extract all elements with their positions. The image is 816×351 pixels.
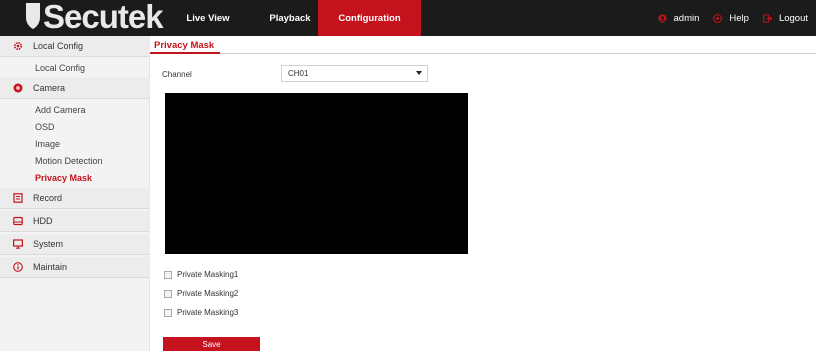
user-area: admin Help Logout: [644, 0, 808, 36]
hdd-icon: [13, 216, 23, 226]
channel-label: Channel: [162, 70, 192, 79]
sidebar-subitem-motion-detection[interactable]: Motion Detection: [0, 152, 150, 169]
mask-label-2: Private Masking2: [177, 289, 239, 298]
sidebar-item-label: Camera: [33, 83, 66, 93]
logo: Secutek: [25, 0, 164, 35]
monitor-icon: [13, 239, 23, 249]
sidebar-subitem-privacy-mask[interactable]: Privacy Mask: [0, 169, 150, 186]
save-button[interactable]: Save: [163, 337, 260, 351]
logout-icon: [763, 13, 772, 23]
mask-option-1[interactable]: Private Masking1: [164, 270, 238, 279]
mask-label-3: Private Masking3: [177, 308, 239, 317]
nav-live-view[interactable]: Live View: [154, 0, 262, 36]
channel-value: CH01: [288, 69, 309, 78]
info-icon: [13, 262, 23, 272]
channel-select[interactable]: CH01: [281, 65, 428, 82]
sidebar-subitem-local-config[interactable]: Local Config: [0, 59, 150, 76]
mask-checkbox-3[interactable]: [164, 308, 172, 317]
camera-icon: [13, 83, 23, 93]
shield-logo-icon: [26, 3, 40, 29]
chevron-down-icon: [416, 71, 422, 75]
record-icon: [13, 193, 23, 203]
video-preview[interactable]: [165, 93, 468, 254]
sidebar-item-camera[interactable]: Camera: [0, 78, 150, 99]
top-bar: Secutek Live View Playback Configuration…: [0, 0, 816, 36]
sidebar-subitem-image[interactable]: Image: [0, 135, 150, 152]
help-icon: [713, 13, 723, 23]
sidebar-item-system[interactable]: System: [0, 234, 150, 255]
tab-divider: [150, 53, 816, 54]
sidebar-item-label: Record: [33, 193, 63, 203]
username: admin: [673, 12, 700, 24]
mask-checkbox-2[interactable]: [164, 289, 172, 298]
mask-option-2[interactable]: Private Masking2: [164, 289, 238, 298]
sidebar-item-label: Local Config: [33, 41, 84, 51]
tab-active-indicator: [150, 52, 220, 54]
logout-label: Logout: [778, 12, 808, 24]
sidebar: Local Config Local Config Camera Add Cam…: [0, 36, 150, 351]
help-link[interactable]: Help: [713, 13, 749, 24]
mask-option-3[interactable]: Private Masking3: [164, 308, 238, 317]
mask-label-1: Private Masking1: [177, 270, 239, 279]
mask-checkbox-1[interactable]: [164, 270, 172, 279]
logout-link[interactable]: Logout: [763, 13, 808, 24]
nav-playback[interactable]: Playback: [262, 0, 318, 36]
help-label: Help: [729, 12, 749, 24]
sidebar-item-label: HDD: [33, 216, 53, 226]
nav-configuration[interactable]: Configuration: [318, 0, 421, 36]
sidebar-subitem-add-camera[interactable]: Add Camera: [0, 101, 150, 118]
sidebar-item-maintain[interactable]: Maintain: [0, 257, 150, 278]
gear-icon: [13, 41, 23, 51]
sidebar-item-local-config[interactable]: Local Config: [0, 36, 150, 57]
sidebar-item-label: Maintain: [33, 262, 68, 272]
sidebar-subitem-osd[interactable]: OSD: [0, 118, 150, 135]
sidebar-item-record[interactable]: Record: [0, 188, 150, 209]
sidebar-item-label: System: [33, 239, 64, 249]
logo-text: Secutek: [43, 0, 164, 35]
tab-privacy-mask[interactable]: Privacy Mask: [154, 40, 214, 51]
sidebar-item-hdd[interactable]: HDD: [0, 211, 150, 232]
user-menu[interactable]: admin: [657, 12, 700, 24]
user-icon: [657, 13, 667, 23]
